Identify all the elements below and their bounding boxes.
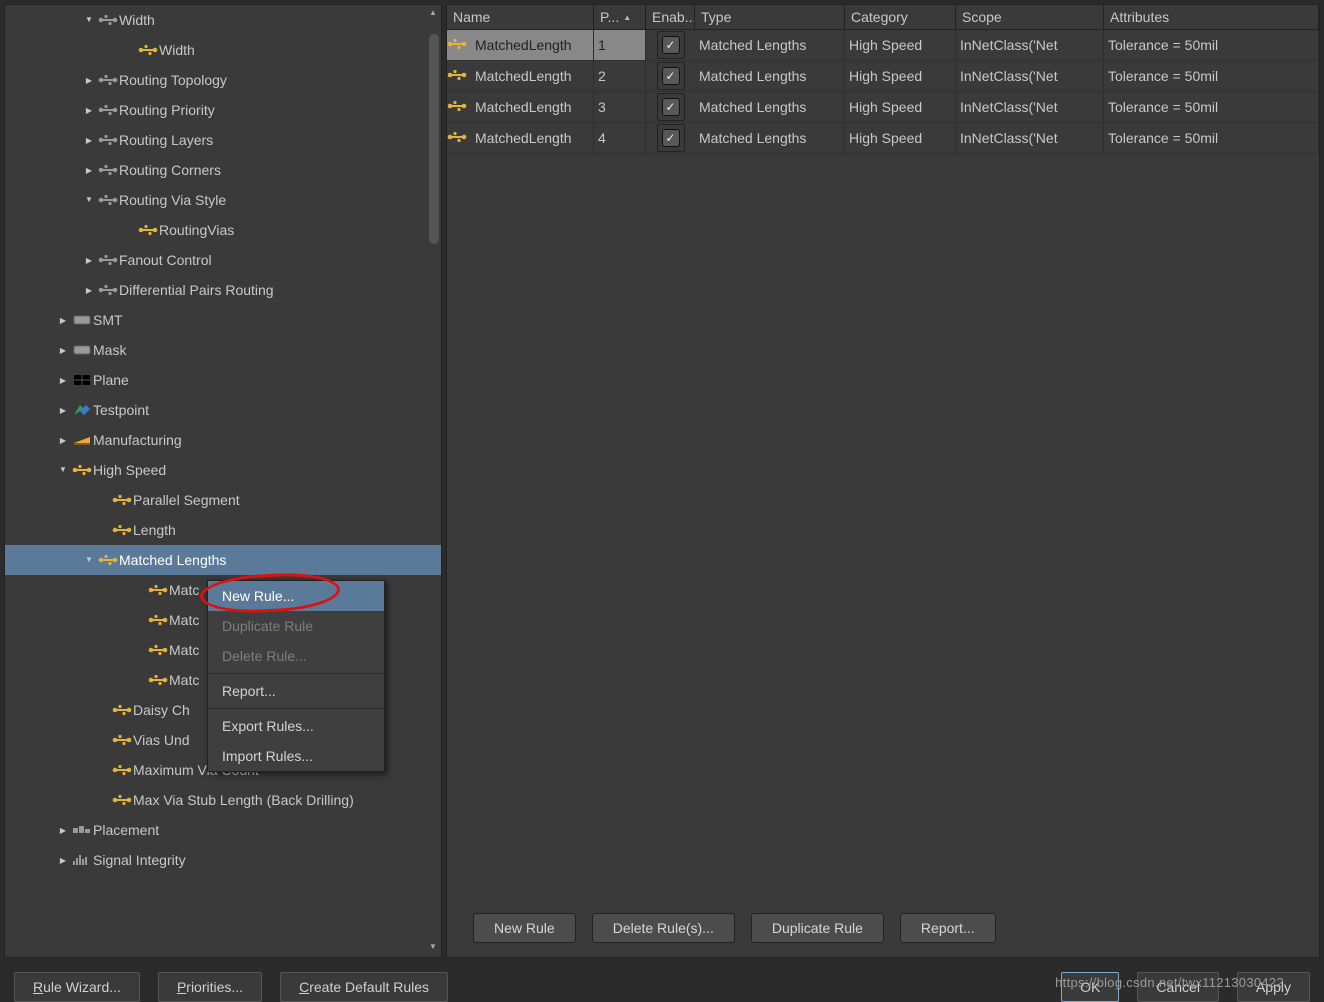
tree-routing-via-style[interactable]: Routing Via Style: [5, 185, 441, 215]
table-row[interactable]: MatchedLength 4 Matched Lengths High Spe…: [447, 123, 1319, 154]
scroll-up-icon[interactable]: ▲: [427, 8, 439, 20]
tree-routing-priority[interactable]: Routing Priority: [5, 95, 441, 125]
net-icon: [447, 99, 475, 116]
scroll-down-icon[interactable]: ▼: [427, 942, 439, 954]
tree-placement[interactable]: Placement: [5, 815, 441, 845]
tree-routing-layers[interactable]: Routing Layers: [5, 125, 441, 155]
cm-export-rules[interactable]: Export Rules...: [208, 711, 384, 741]
tree-width-group[interactable]: Width: [5, 5, 441, 35]
net-icon: [97, 73, 119, 87]
net-icon: [111, 493, 133, 507]
tree-routing-corners[interactable]: Routing Corners: [5, 155, 441, 185]
tree-routing-topology[interactable]: Routing Topology: [5, 65, 441, 95]
manufacturing-icon: [71, 433, 93, 447]
tree-smt[interactable]: SMT: [5, 305, 441, 335]
testpoint-icon: [71, 403, 93, 417]
tree-fanout-control[interactable]: Fanout Control: [5, 245, 441, 275]
net-icon: [447, 37, 475, 54]
net-icon: [147, 613, 169, 627]
table-row[interactable]: MatchedLength 1 Matched Lengths High Spe…: [447, 30, 1319, 61]
delete-rules-button[interactable]: Delete Rule(s)...: [592, 913, 735, 943]
placement-icon: [71, 823, 93, 837]
net-icon: [147, 643, 169, 657]
mask-icon: [71, 343, 93, 357]
signal-integrity-icon: [71, 853, 93, 867]
new-rule-button[interactable]: New Rule: [473, 913, 576, 943]
enable-checkbox[interactable]: [662, 67, 680, 85]
cm-delete-rule: Delete Rule...: [208, 641, 384, 671]
apply-button[interactable]: Apply: [1237, 972, 1310, 1002]
col-priority[interactable]: P...: [594, 5, 646, 29]
create-default-rules-button[interactable]: Create Default Rules: [280, 972, 448, 1002]
net-icon: [97, 13, 119, 27]
col-scope[interactable]: Scope: [956, 5, 1104, 29]
net-icon: [111, 733, 133, 747]
rule-wizard-button[interactable]: Rule Wizard...: [14, 972, 140, 1002]
net-icon: [137, 223, 159, 237]
report-button[interactable]: Report...: [900, 913, 996, 943]
table-row[interactable]: MatchedLength 3 Matched Lengths High Spe…: [447, 92, 1319, 123]
scrollbar-thumb[interactable]: [429, 34, 439, 244]
net-icon: [97, 193, 119, 207]
net-icon: [147, 583, 169, 597]
cancel-button[interactable]: Cancel: [1137, 972, 1219, 1002]
col-category[interactable]: Category: [845, 5, 956, 29]
tree-testpoint[interactable]: Testpoint: [5, 395, 441, 425]
tree-high-speed[interactable]: High Speed: [5, 455, 441, 485]
plane-icon: [71, 373, 93, 387]
table-row[interactable]: MatchedLength 2 Matched Lengths High Spe…: [447, 61, 1319, 92]
net-icon: [97, 103, 119, 117]
cm-new-rule[interactable]: New Rule...: [208, 581, 384, 611]
net-icon: [97, 133, 119, 147]
ok-button[interactable]: OK: [1061, 972, 1119, 1002]
tree-length[interactable]: Length: [5, 515, 441, 545]
enable-checkbox[interactable]: [662, 36, 680, 54]
net-icon: [97, 253, 119, 267]
net-icon: [111, 763, 133, 777]
rules-tree: Width Width Routing Topology Routing Pri…: [4, 4, 442, 958]
context-menu: New Rule... Duplicate Rule Delete Rule..…: [207, 580, 385, 772]
net-icon: [447, 130, 475, 147]
cm-report[interactable]: Report...: [208, 676, 384, 706]
cm-duplicate-rule: Duplicate Rule: [208, 611, 384, 641]
net-icon: [97, 283, 119, 297]
priorities-button[interactable]: Priorities...: [158, 972, 262, 1002]
tree-width-rule[interactable]: Width: [5, 35, 441, 65]
smt-icon: [71, 313, 93, 327]
net-icon: [97, 553, 119, 567]
col-attributes[interactable]: Attributes: [1104, 5, 1319, 29]
col-name[interactable]: Name: [447, 5, 594, 29]
col-type[interactable]: Type: [695, 5, 845, 29]
net-icon: [111, 793, 133, 807]
tree-parallel-segment[interactable]: Parallel Segment: [5, 485, 441, 515]
tree-manufacturing[interactable]: Manufacturing: [5, 425, 441, 455]
cm-import-rules[interactable]: Import Rules...: [208, 741, 384, 771]
enable-checkbox[interactable]: [662, 98, 680, 116]
tree-diff-pairs[interactable]: Differential Pairs Routing: [5, 275, 441, 305]
col-enabled[interactable]: Enab...: [646, 5, 695, 29]
net-icon: [111, 523, 133, 537]
net-icon: [111, 703, 133, 717]
tree-signal-integrity[interactable]: Signal Integrity: [5, 845, 441, 875]
net-icon: [97, 163, 119, 177]
tree-plane[interactable]: Plane: [5, 365, 441, 395]
tree-routing-vias[interactable]: RoutingVias: [5, 215, 441, 245]
enable-checkbox[interactable]: [662, 129, 680, 147]
net-icon: [137, 43, 159, 57]
net-icon: [71, 463, 93, 477]
tree-mask[interactable]: Mask: [5, 335, 441, 365]
net-icon: [447, 68, 475, 85]
tree-max-via-stub[interactable]: Max Via Stub Length (Back Drilling): [5, 785, 441, 815]
net-icon: [147, 673, 169, 687]
tree-matched-lengths[interactable]: Matched Lengths: [5, 545, 441, 575]
duplicate-rule-button[interactable]: Duplicate Rule: [751, 913, 884, 943]
rules-table: Name P... Enab... Type Category Scope At…: [446, 4, 1320, 958]
